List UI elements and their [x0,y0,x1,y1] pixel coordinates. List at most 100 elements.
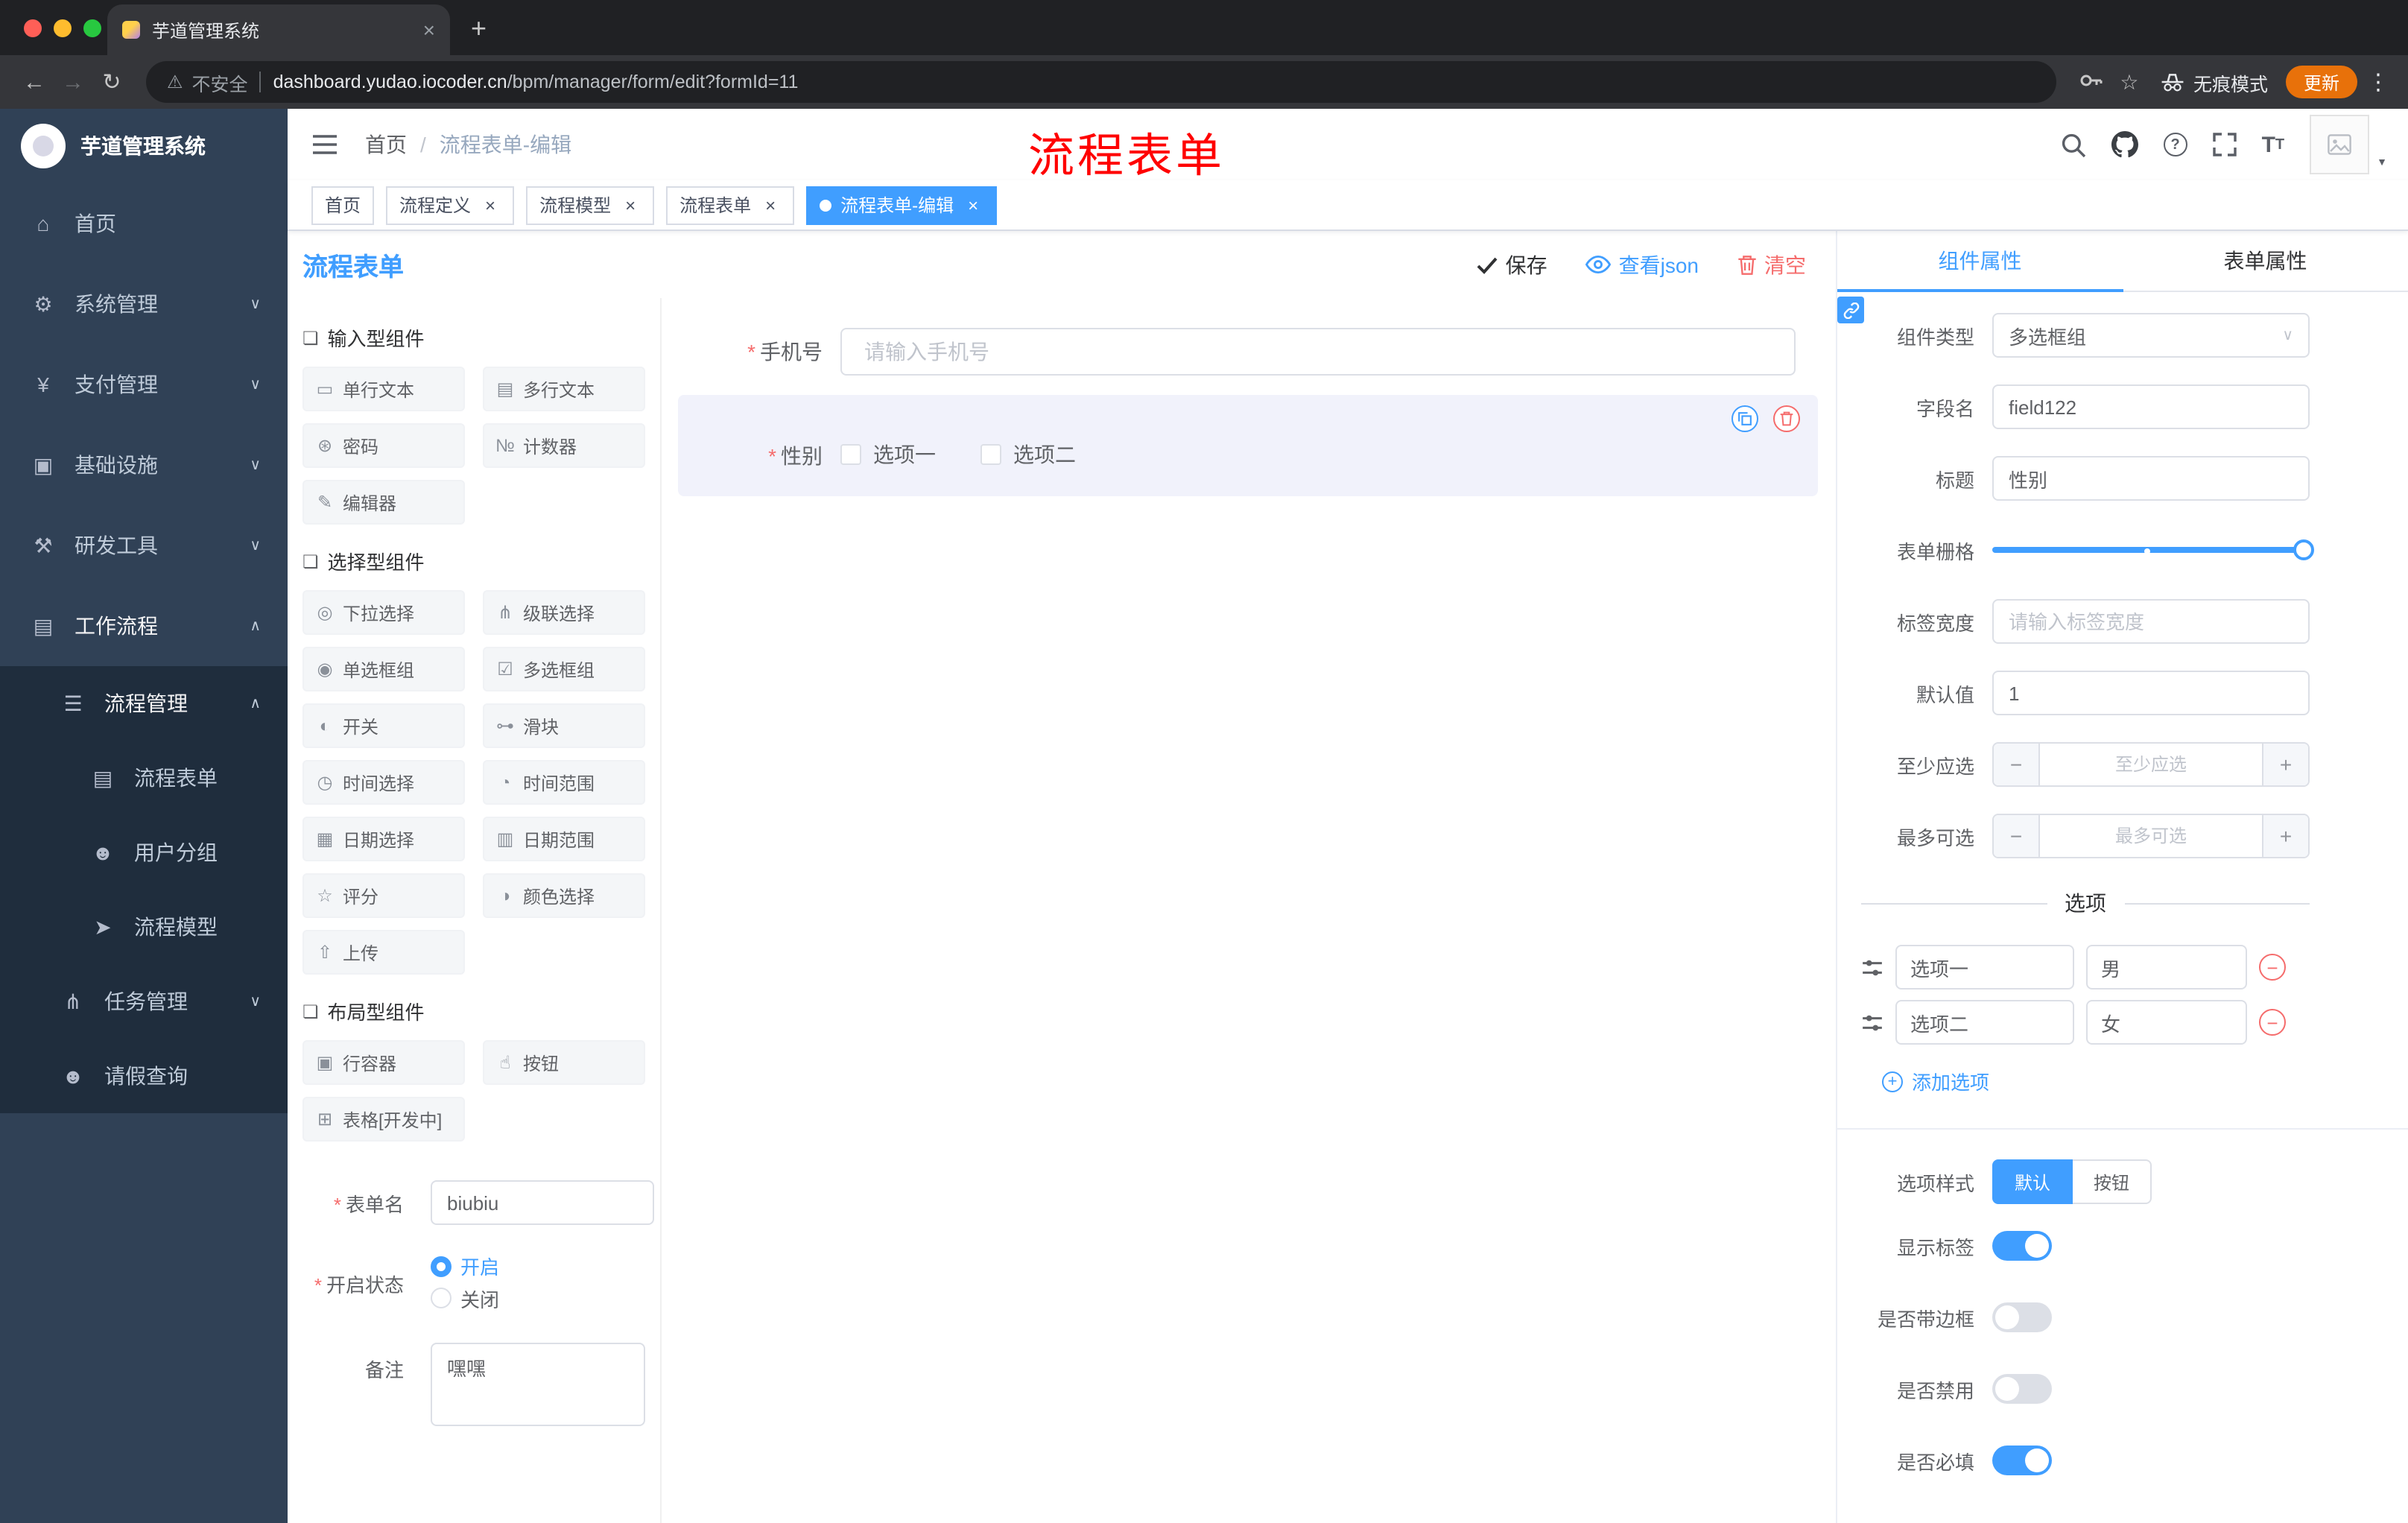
tab-form-props[interactable]: 表单属性 [2123,231,2408,291]
search-icon[interactable] [2061,132,2086,157]
browser-tab[interactable]: 芋道管理系统 × [107,4,450,55]
min-select-input[interactable] [2038,744,2263,785]
label-width-input[interactable] [1992,599,2310,644]
component-multi-text[interactable]: ▤ 多行文本 [483,367,645,411]
tag-process-model[interactable]: 流程模型 × [526,186,655,224]
increase-button[interactable]: + [2263,815,2308,857]
password-key-icon[interactable] [2071,68,2110,96]
font-size-icon[interactable]: TT [2262,132,2285,157]
title-input[interactable] [1992,456,2310,501]
component-editor[interactable]: ✎ 编辑器 [302,480,465,525]
component-time-picker[interactable]: ◷ 时间选择 [302,760,465,805]
checkbox-icon[interactable] [840,444,861,465]
component-switch[interactable]: ◐ 开关 [302,703,465,748]
breadcrumb-item[interactable]: 首页 [365,130,407,159]
default-value-input[interactable] [1992,671,2310,715]
option-style-button[interactable]: 按钮 [2073,1159,2152,1204]
increase-button[interactable]: + [2263,744,2308,785]
sidebar-item-task-mgmt[interactable]: ⋔ 任务管理 ∨ [0,964,288,1039]
close-icon[interactable]: × [760,194,781,215]
sidebar-item-leave-query[interactable]: ☻ 请假查询 [0,1039,288,1113]
close-icon[interactable]: × [620,194,641,215]
tag-process-definition[interactable]: 流程定义 × [386,186,515,224]
bookmark-star-icon[interactable]: ☆ [2110,69,2149,95]
sidebar-logo[interactable]: 芋道管理系统 [0,109,288,183]
component-select[interactable]: ◎ 下拉选择 [302,590,465,635]
address-bar[interactable]: ⚠ 不安全 dashboard.yudao.iocoder.cn/bpm/man… [146,61,2056,103]
fullscreen-icon[interactable] [2212,133,2237,156]
back-button[interactable]: ← [15,69,54,95]
component-single-text[interactable]: ▭ 单行文本 [302,367,465,411]
gender-field[interactable]: 性别 选项一 选项二 [678,440,1796,472]
hamburger-icon[interactable] [311,133,338,156]
component-cascader[interactable]: ⋔ 级联选择 [483,590,645,635]
sidebar-item-process-mgmt[interactable]: ☰ 流程管理 ∧ [0,666,288,741]
drag-handle-icon[interactable] [1861,956,1883,978]
view-json-button[interactable]: 查看json [1585,250,1699,279]
sidebar-item-workflow[interactable]: ▤ 工作流程 ∧ [0,586,288,666]
component-slider[interactable]: ⊶ 滑块 [483,703,645,748]
sidebar-item-home[interactable]: ⌂ 首页 [0,183,288,264]
form-canvas[interactable]: 手机号 [662,298,1836,1523]
toggle-switch-with-border[interactable] [1992,1302,2052,1332]
component-counter[interactable]: № 计数器 [483,423,645,468]
tab-component-props[interactable]: 组件属性 [1837,231,2123,292]
help-icon[interactable]: ? [2163,133,2187,156]
form-grid-slider[interactable] [1992,528,2314,572]
component-time-range[interactable]: ◔ 时间范围 [483,760,645,805]
clear-button[interactable]: 清空 [1737,250,1806,279]
close-icon[interactable]: × [480,194,501,215]
component-row-container[interactable]: ▣ 行容器 [302,1040,465,1085]
component-checkbox-group[interactable]: ☑ 多选框组 [483,647,645,691]
close-window-button[interactable] [24,19,42,37]
form-name-input[interactable] [431,1180,654,1225]
component-color-picker[interactable]: ◑ 颜色选择 [483,873,645,918]
sidebar-item-payment-mgmt[interactable]: ¥ 支付管理 ∨ [0,344,288,425]
status-radio[interactable]: 关闭 [431,1284,532,1312]
gender-option-2[interactable]: 选项二 [980,440,1076,469]
sidebar-item-dev-tools[interactable]: ⚒ 研发工具 ∨ [0,505,288,586]
component-button[interactable]: ☝ 按钮 [483,1040,645,1085]
avatar[interactable] [2310,115,2370,174]
sidebar-item-process-model[interactable]: ➤ 流程模型 [0,890,288,964]
sidebar-item-user-group[interactable]: ☻ 用户分组 [0,815,288,890]
tag-process-form-edit[interactable]: 流程表单-编辑 × [806,186,998,224]
sidebar-item-system-mgmt[interactable]: ⚙ 系统管理 ∨ [0,264,288,344]
gender-option-1[interactable]: 选项一 [840,440,936,469]
browser-menu-icon[interactable]: ⋮ [2363,69,2393,95]
decrease-button[interactable]: − [1994,815,2038,857]
toggle-switch-show-label[interactable] [1992,1231,2052,1261]
reload-button[interactable]: ↻ [92,69,131,95]
save-button[interactable]: 保存 [1477,250,1547,279]
forward-button[interactable]: → [54,69,92,95]
github-icon[interactable] [2111,131,2138,158]
component-rate[interactable]: ☆ 评分 [302,873,465,918]
gender-widget-selected[interactable]: 性别 选项一 选项二 [678,395,1818,496]
option-name-input[interactable] [1895,945,2074,990]
max-select-input[interactable] [2038,815,2263,857]
drag-handle-icon[interactable] [1861,1011,1883,1033]
phone-field[interactable]: 手机号 [678,328,1796,376]
decrease-button[interactable]: − [1994,744,2038,785]
remove-option-icon[interactable]: − [2259,954,2286,981]
checkbox-icon[interactable] [980,444,1001,465]
tab-close-icon[interactable]: × [423,18,435,42]
update-button[interactable]: 更新 [2285,66,2357,98]
phone-input[interactable] [840,328,1796,376]
tag-process-form[interactable]: 流程表单 × [666,186,795,224]
status-radio[interactable]: 开启 [431,1252,532,1280]
sidebar-item-infrastructure[interactable]: ▣ 基础设施 ∨ [0,425,288,505]
component-type-select[interactable]: 多选框组 ∨ [1992,313,2310,358]
toggle-switch-disabled[interactable] [1992,1374,2052,1404]
minimize-window-button[interactable] [54,19,72,37]
toggle-switch-required[interactable] [1992,1446,2052,1475]
maximize-window-button[interactable] [83,19,101,37]
sidebar-item-process-form[interactable]: ▤ 流程表单 [0,741,288,815]
form-remark-input[interactable]: 嘿嘿 [431,1343,645,1426]
option-value-input[interactable] [2086,1000,2247,1045]
component-table[interactable]: ⊞ 表格[开发中] [302,1097,465,1142]
option-value-input[interactable] [2086,945,2247,990]
field-name-input[interactable] [1992,384,2310,429]
component-date-picker[interactable]: ▦ 日期选择 [302,817,465,861]
add-option-button[interactable]: + 添加选项 [1882,1067,1989,1095]
